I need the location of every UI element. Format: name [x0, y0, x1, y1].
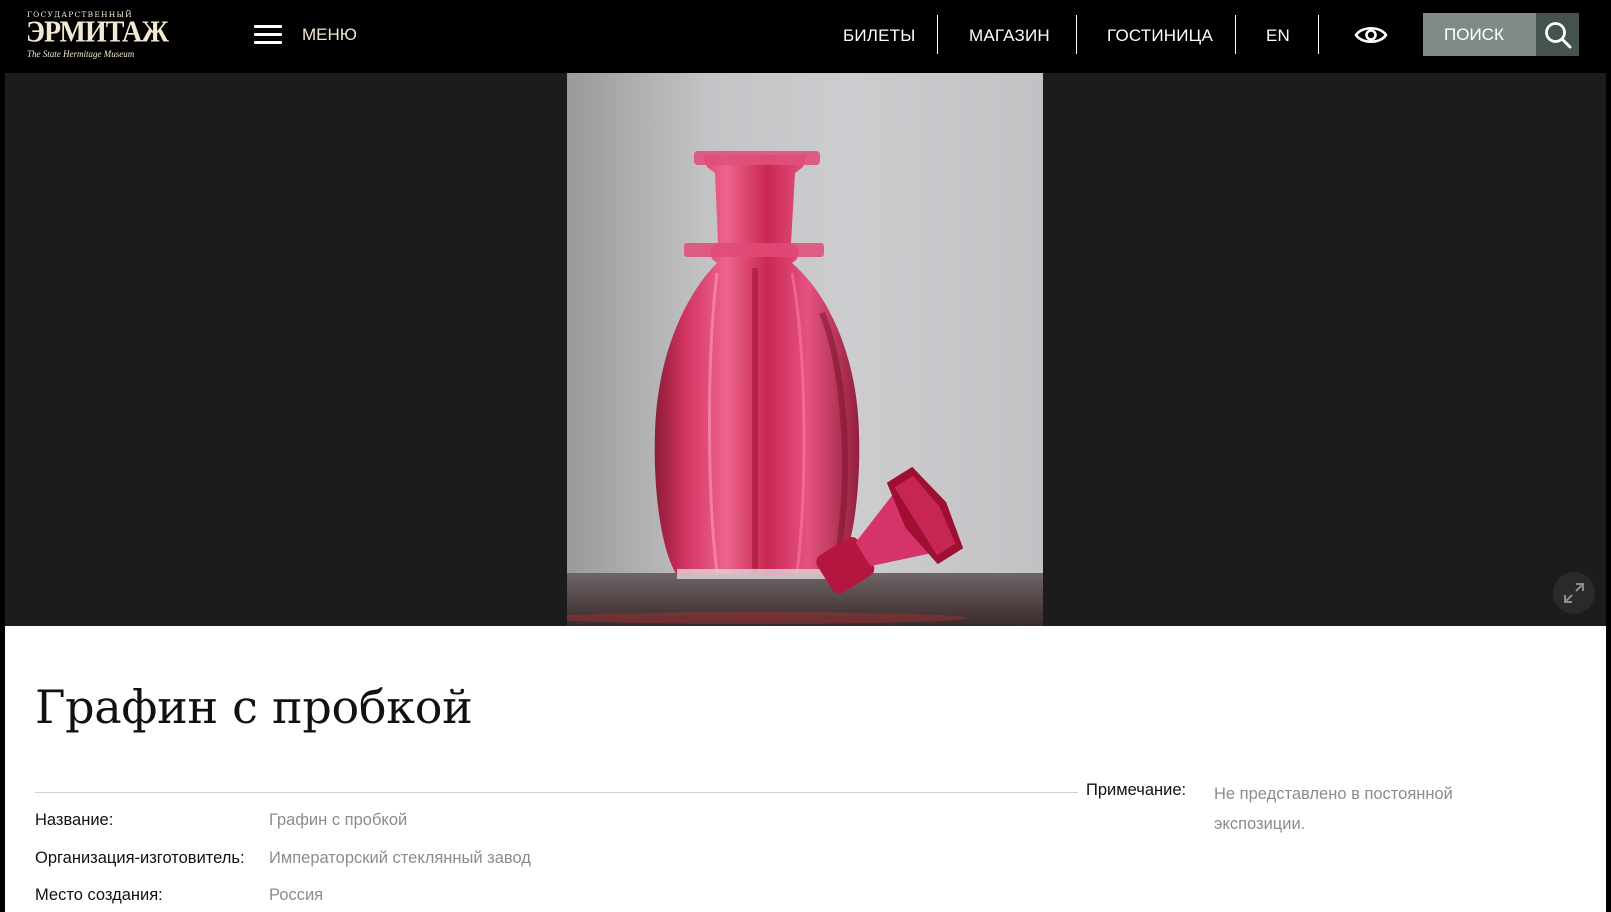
- property-value-name: Графин с пробкой: [269, 811, 408, 829]
- fullscreen-button[interactable]: [1553, 572, 1595, 614]
- search-label: ПОИСК: [1444, 24, 1504, 44]
- search-button[interactable]: [1536, 13, 1579, 56]
- note-label: Примечание:: [1086, 781, 1187, 799]
- site-header: ГОСУДАРСТВЕННЫЙ ЭРМИТАЖ The State Hermit…: [5, 0, 1606, 73]
- nav-link-tickets[interactable]: БИЛЕТЫ: [843, 26, 916, 46]
- hamburger-icon: [254, 23, 282, 47]
- nav-divider: [1318, 15, 1319, 54]
- logo-sub-text: The State Hermitage Museum: [27, 49, 135, 59]
- hermitage-logo[interactable]: ГОСУДАРСТВЕННЫЙ ЭРМИТАЖ The State Hermit…: [26, 10, 169, 62]
- property-label-place: Место создания:: [35, 886, 163, 904]
- nav-divider: [1076, 15, 1077, 54]
- search-field[interactable]: ПОИСК: [1423, 13, 1536, 56]
- property-label-name: Название:: [35, 811, 114, 829]
- accessibility-eye-icon[interactable]: [1353, 20, 1389, 50]
- property-value-manufacturer[interactable]: Императорский стеклянный завод: [269, 849, 531, 868]
- menu-label: МЕНЮ: [302, 25, 357, 44]
- nav-link-hotel[interactable]: ГОСТИНИЦА: [1107, 26, 1213, 46]
- nav-divider: [937, 15, 938, 54]
- nav-link-language[interactable]: EN: [1266, 26, 1290, 46]
- image-gallery: [5, 73, 1606, 626]
- property-value-place[interactable]: Россия: [269, 886, 323, 905]
- object-title: Графин с пробкой: [35, 680, 473, 734]
- nav-divider: [1235, 15, 1236, 54]
- property-label-manufacturer: Организация-изготовитель:: [35, 849, 245, 867]
- nav-link-shop[interactable]: МАГАЗИН: [969, 26, 1050, 46]
- logo-main-text: ЭРМИТАЖ: [26, 15, 169, 50]
- search-icon: [1544, 21, 1571, 48]
- divider: [35, 792, 1078, 793]
- note-value: Не представлено в постоянной экспозиции.: [1214, 785, 1453, 833]
- page: ГОСУДАРСТВЕННЫЙ ЭРМИТАЖ The State Hermit…: [5, 0, 1606, 912]
- menu-button[interactable]: МЕНЮ: [254, 20, 357, 50]
- expand-icon: [1564, 583, 1584, 603]
- object-photo[interactable]: [567, 73, 1043, 626]
